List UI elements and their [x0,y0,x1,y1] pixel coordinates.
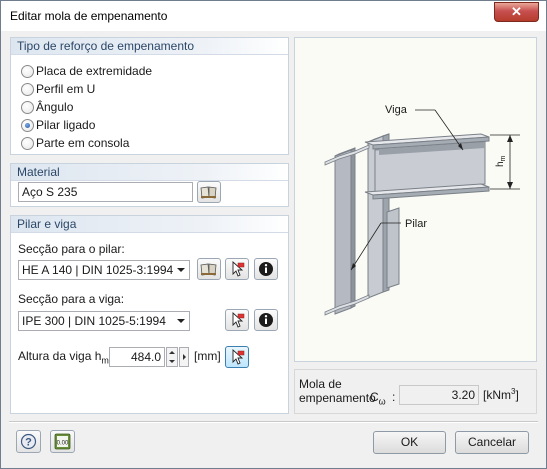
pick-cursor-icon [232,311,245,328]
beam-height-pick-button[interactable] [225,346,249,368]
column-beam-figure: Viga Pilar hm [324,104,520,316]
column-info-button[interactable] [254,258,278,280]
book-icon [200,263,217,276]
help-button[interactable]: ? [16,430,41,453]
spin-up-icon[interactable] [169,351,175,354]
title-bar: Editar mola de empenamento ✕ [1,1,546,31]
result-symbol: Cω [370,390,386,407]
material-library-button[interactable] [197,181,221,203]
chevron-down-icon [177,319,185,323]
material-input[interactable]: Aço S 235 [18,182,193,202]
step-right-icon [183,354,186,360]
pick-cursor-icon [232,260,245,277]
radio-button[interactable] [21,83,34,96]
radio-label: Parte em consola [36,136,130,150]
close-button[interactable]: ✕ [494,2,539,22]
dialog-window: Editar mola de empenamento ✕ Tipo de ref… [0,0,547,469]
radio-label: Placa de extremidade [36,64,153,78]
footer-separator [9,421,538,423]
stiffening-type-group: Tipo de reforço de empenamento Placa de … [10,37,289,155]
column-library-button[interactable] [197,258,221,280]
beam-height-spinner[interactable] [166,347,178,367]
result-colon: : [392,390,396,404]
beam-section-label: Secção para a viga: [18,292,125,306]
figure-label-beam: Viga [385,104,408,116]
radio-label: Perfil em U [36,82,96,96]
info-icon [259,313,273,327]
beam-section-select[interactable]: IPE 300 | DIN 1025-5:1994 [18,311,190,331]
column-section-value: HE A 140 | DIN 1025-3:1994 [22,263,174,277]
chevron-down-icon [177,268,185,272]
book-icon [200,186,217,199]
window-title: Editar mola de empenamento [10,9,168,23]
beam-height-value: 484.0 [130,350,161,364]
beam-height-step[interactable] [179,347,189,367]
figure-panel: Viga Pilar hm [294,37,537,362]
beam-section-value: IPE 300 | DIN 1025-5:1994 [22,314,166,328]
material-heading: Material [11,164,288,181]
beam-info-button[interactable] [254,309,278,331]
calculator-icon: 0.00 [54,433,71,450]
radio-button[interactable] [21,101,34,114]
result-unit: [kNm3] [483,387,519,402]
radio-button-selected[interactable] [21,119,34,132]
result-value-field: 3.20 [399,385,479,405]
radio-button[interactable] [21,137,34,150]
spin-down-icon[interactable] [169,360,175,363]
result-value: 3.20 [451,388,475,402]
material-group: Material Aço S 235 [10,163,289,207]
figure-label-hm: hm [495,155,507,167]
close-icon: ✕ [511,4,522,19]
result-label-line2: empenamento [299,391,376,405]
radio-button[interactable] [21,65,34,78]
beam-pick-button[interactable] [225,309,249,331]
ok-button[interactable]: OK [373,431,446,454]
cancel-button[interactable]: Cancelar [455,431,529,454]
beam-height-label: Altura da viga hm [18,349,109,366]
result-panel: Mola de empenamento Cω : 3.20 [kNm3] [294,369,537,414]
svg-text:0.00: 0.00 [57,441,69,447]
radio-label: Pilar ligado [36,118,96,132]
svg-text:?: ? [25,437,32,449]
radio-label: Ângulo [36,100,74,114]
column-beam-heading: Pilar e viga [11,216,288,233]
help-icon: ? [20,433,37,450]
info-icon [259,262,273,276]
figure-label-column: Pilar [405,218,427,230]
column-pick-button[interactable] [225,258,249,280]
column-section-label: Secção para o pilar: [18,242,125,256]
beam-height-input[interactable]: 484.0 [109,347,165,367]
stiffening-type-heading: Tipo de reforço de empenamento [11,38,288,55]
column-beam-group: Pilar e viga Secção para o pilar: HE A 1… [10,215,289,414]
beam-height-unit: [mm] [194,349,221,363]
column-section-select[interactable]: HE A 140 | DIN 1025-3:1994 [18,260,190,280]
pick-cursor-icon [232,348,245,365]
result-label-line1: Mola de [299,377,342,391]
calculator-button[interactable]: 0.00 [50,430,75,453]
